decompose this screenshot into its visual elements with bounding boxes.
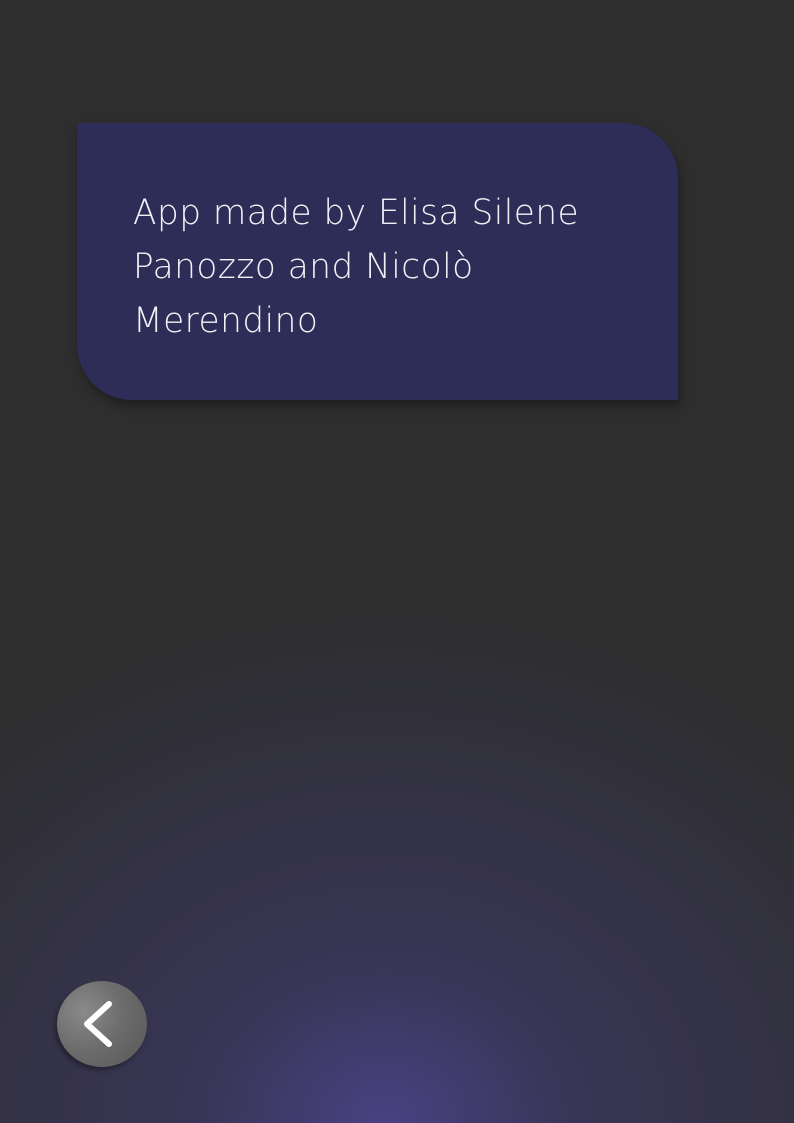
- chevron-left-icon: [84, 1001, 112, 1047]
- back-button[interactable]: [57, 981, 147, 1067]
- credits-text: App made by Elisa Silene Panozzo and Nic…: [133, 193, 580, 341]
- credits-card: App made by Elisa Silene Panozzo and Nic…: [77, 123, 678, 400]
